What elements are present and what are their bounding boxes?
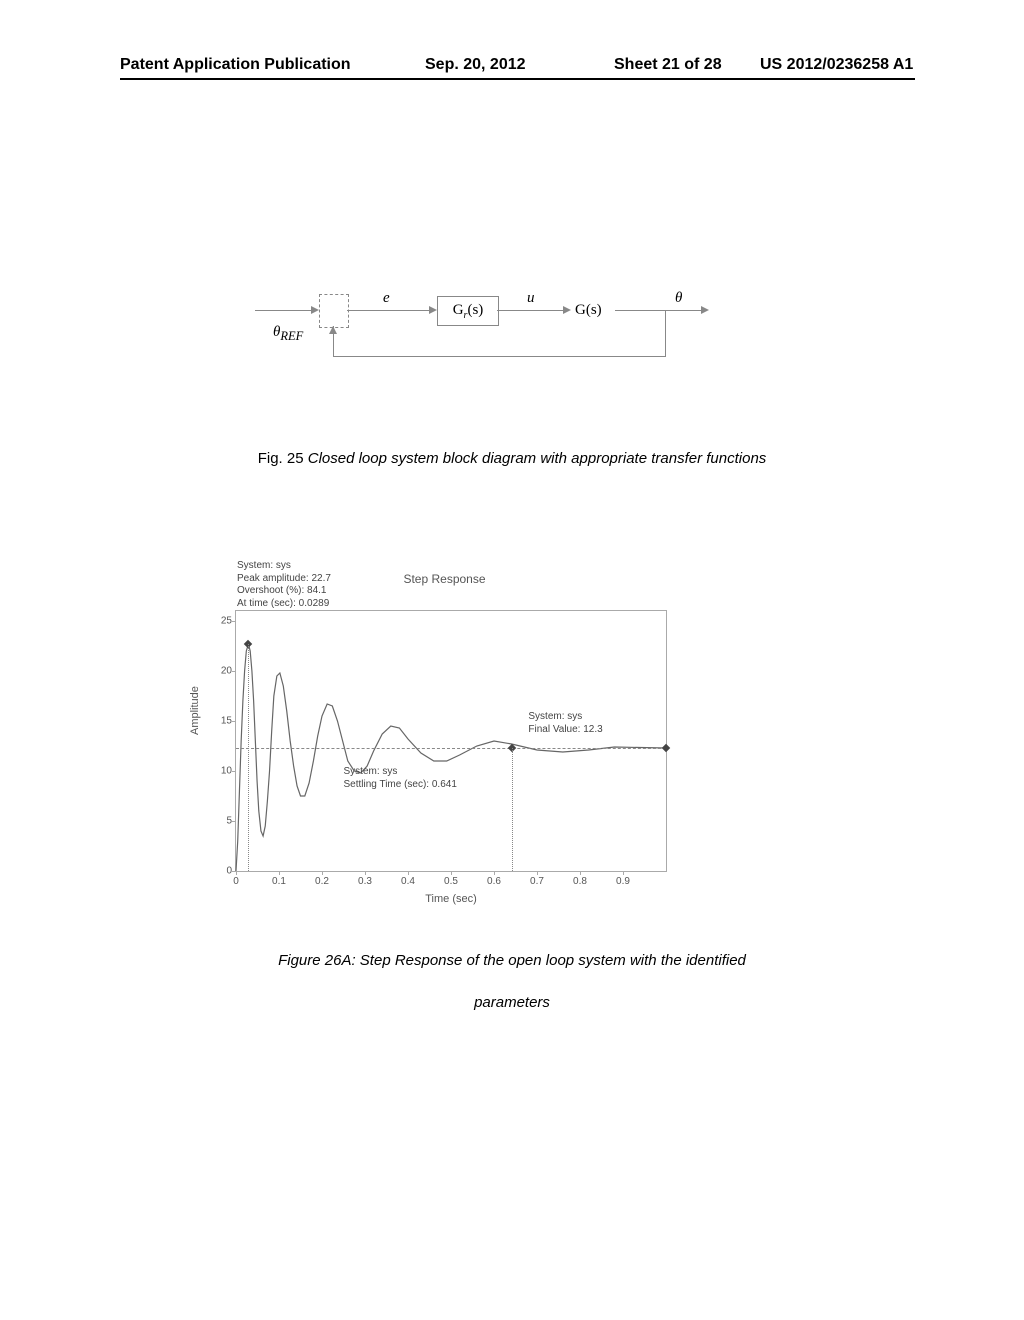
ytick: 10 (214, 766, 232, 777)
xtick: 0 (233, 876, 239, 887)
block-plant-g: G(s) (575, 302, 602, 319)
block-controller-gr: Gr(s) (437, 296, 499, 326)
xtick: 0.8 (573, 876, 587, 887)
label-u: u (527, 290, 535, 307)
closed-loop-block-diagram: θREF e Gr(s) u G(s) θ (255, 270, 775, 390)
xtick: 0.3 (358, 876, 372, 887)
header-sheet: Sheet 21 of 28 (614, 56, 722, 74)
ytick: 0 (214, 866, 232, 877)
anno-peak: System: sys Peak amplitude: 22.7 Oversho… (237, 560, 331, 610)
header-pubtype: Patent Application Publication (120, 56, 351, 74)
label-error-e: e (383, 290, 390, 307)
header-rule (120, 78, 915, 80)
figure-25-caption: Fig. 25 Closed loop system block diagram… (0, 450, 1024, 467)
chart-ylabel: Amplitude (189, 686, 201, 735)
xtick: 0.4 (401, 876, 415, 887)
xtick: 0.1 (272, 876, 286, 887)
xtick: 0.7 (530, 876, 544, 887)
header-pubno: US 2012/0236258 A1 (760, 56, 913, 74)
figure-26a-caption: Figure 26A: Step Response of the open lo… (0, 940, 1024, 1024)
xtick: 0.5 (444, 876, 458, 887)
ytick: 20 (214, 666, 232, 677)
label-theta-out: θ (675, 290, 682, 307)
final-value-line (236, 748, 666, 749)
summing-junction (319, 294, 349, 328)
xtick: 0.2 (315, 876, 329, 887)
anno-final: System: sysFinal Value: 12.3 (528, 711, 602, 736)
xtick: 0.6 (487, 876, 501, 887)
label-theta-ref: θREF (273, 324, 303, 344)
chart-title: Step Response (403, 572, 485, 586)
ytick: 25 (214, 616, 232, 627)
ytick: 15 (214, 716, 232, 727)
chart-xlabel: Time (sec) (425, 893, 477, 905)
step-response-chart: Step Response Amplitude System: sys Peak… (175, 560, 665, 900)
anno-settling: System: sysSettling Time (sec): 0.641 (344, 766, 457, 791)
xtick: 0.9 (616, 876, 630, 887)
header-date: Sep. 20, 2012 (425, 56, 526, 74)
ytick: 5 (214, 816, 232, 827)
chart-plot-area: Time (sec) 051015202500.10.20.30.40.50.6… (235, 610, 667, 872)
